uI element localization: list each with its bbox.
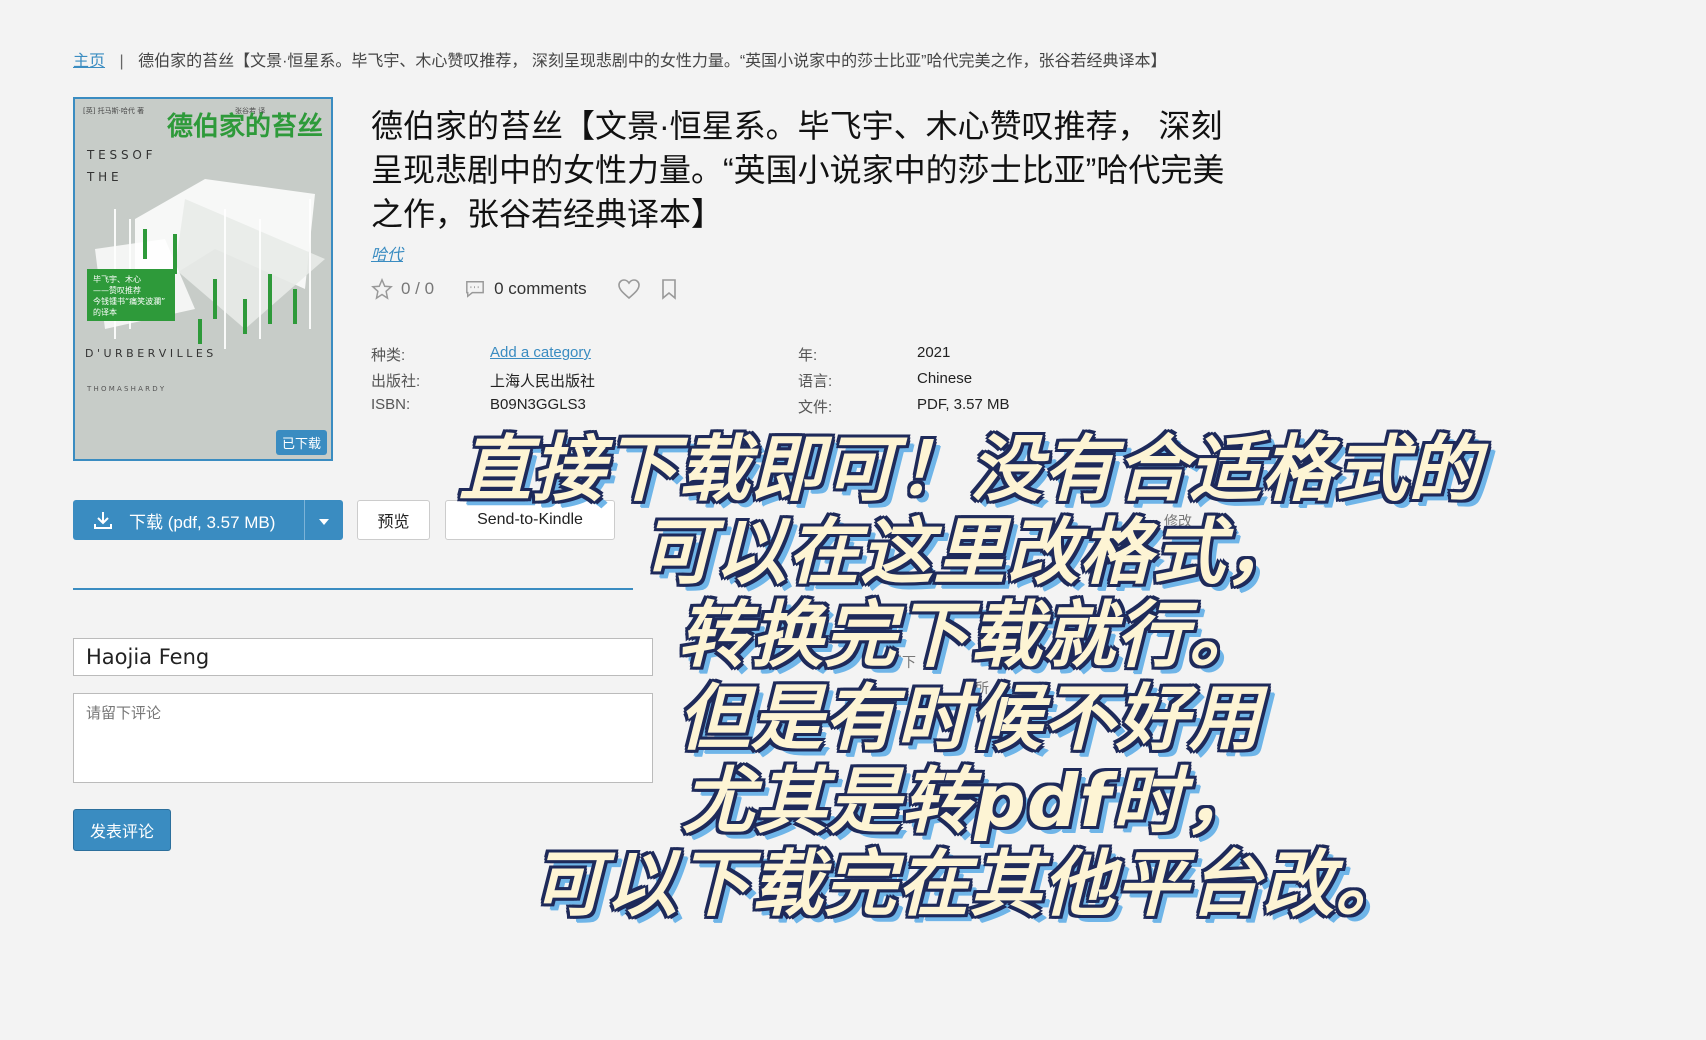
breadcrumb-current: 德伯家的苔丝【文景·恒星系。毕飞宇、木心赞叹推荐， 深刻呈现悲剧中的女性力量。“…	[138, 53, 1167, 70]
cover-blurb-3: 今钱锺书“痛笑波瀾”	[93, 296, 165, 306]
rating-value: 0 / 0	[401, 279, 435, 298]
publisher-value: 上海人民出版社	[490, 373, 596, 390]
breadcrumb: 主页 | 德伯家的苔丝【文景·恒星系。毕飞宇、木心赞叹推荐， 深刻呈现悲剧中的女…	[73, 47, 1167, 71]
language-label: 语言:	[798, 373, 833, 390]
caption-line-6: 可以下载完在其他平台改。	[531, 842, 1408, 926]
download-options-button[interactable]	[304, 500, 343, 540]
heart-icon[interactable]	[617, 278, 641, 300]
cover-blurb-4: 的译本	[93, 307, 117, 317]
year-value: 2021	[917, 344, 951, 361]
category-label: 种类:	[371, 347, 406, 364]
cover-author-en: T H O M A S H A R D Y	[86, 385, 165, 393]
year-label: 年:	[798, 347, 818, 364]
cover-title-cn: 德伯家的苔丝	[167, 111, 323, 142]
download-button[interactable]: 下载 (pdf, 3.57 MB)	[73, 500, 343, 540]
caption-line-2: 可以在这里改格式，	[641, 510, 1299, 594]
caption-overlay: 直接下载即可！没有合适格式的 可以在这里改格式， 转换完下载就行。 但是有时候不…	[370, 428, 1570, 926]
book-stats: 0 / 0 0 comments	[371, 278, 679, 300]
caption-line-1: 直接下载即可！没有合适格式的	[458, 427, 1481, 511]
add-category-link[interactable]: Add a category	[490, 344, 591, 361]
comments-count[interactable]: 0 comments	[494, 279, 587, 299]
isbn-label: ISBN:	[371, 396, 411, 413]
downloaded-badge: 已下载	[275, 430, 327, 455]
isbn-value: B09N3GGLS3	[490, 396, 586, 413]
book-cover[interactable]: [英] 托马斯·哈代 著 张谷若 译 德伯家的苔丝 T E S S O F T …	[73, 97, 333, 461]
book-cover-art: [英] 托马斯·哈代 著 张谷若 译 德伯家的苔丝 T E S S O F T …	[75, 99, 331, 459]
breadcrumb-home-link[interactable]: 主页	[73, 53, 105, 70]
cover-title-en-2: T H E	[86, 170, 119, 184]
caption-line-3: 转换完下载就行。	[677, 593, 1262, 677]
caption-line-4: 但是有时候不好用	[677, 676, 1262, 760]
file-value: PDF, 3.57 MB	[917, 396, 1010, 413]
file-label: 文件:	[798, 399, 833, 416]
caret-down-icon	[319, 510, 329, 530]
cover-title-en-1: T E S S O F	[86, 148, 153, 162]
cover-blurb-1: 毕飞宇、木心	[93, 274, 141, 284]
publisher-label: 出版社:	[371, 373, 421, 390]
post-comment-button[interactable]: 发表评论	[73, 809, 171, 851]
star-icon[interactable]	[371, 278, 393, 300]
comment-icon[interactable]	[464, 279, 486, 299]
breadcrumb-separator: |	[119, 53, 124, 70]
author-link[interactable]: 哈代	[371, 241, 403, 265]
cover-header-left: [英] 托马斯·哈代 著	[83, 106, 144, 115]
caption-line-5: 尤其是转pdf时，	[682, 759, 1258, 843]
bookmark-icon[interactable]	[659, 278, 679, 300]
cover-blurb-2: ——赞叹推荐	[93, 285, 141, 295]
download-icon	[93, 510, 113, 530]
language-value: Chinese	[917, 370, 973, 387]
book-title: 德伯家的苔丝【文景·恒星系。毕飞宇、木心赞叹推荐， 深刻呈现悲剧中的女性力量。“…	[371, 108, 1225, 232]
cover-title-en-3: D ' U R B E R V I L L E S	[85, 347, 213, 360]
download-button-label: 下载 (pdf, 3.57 MB)	[129, 512, 276, 532]
